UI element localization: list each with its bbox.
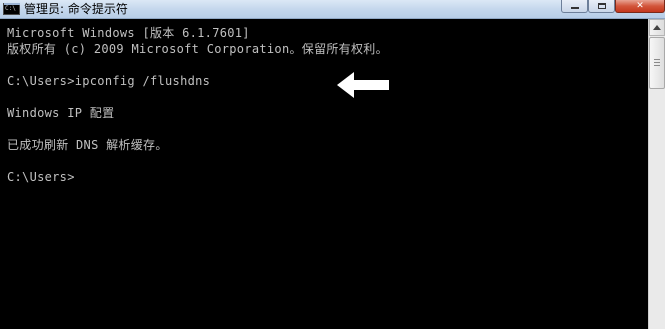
cmd-icon[interactable]: C:\ (3, 3, 20, 15)
scroll-thumb[interactable] (649, 37, 665, 89)
console-line: 已成功刷新 DNS 解析缓存。 (7, 138, 168, 152)
scroll-up-button[interactable] (649, 19, 665, 36)
window-title: 管理员: 命令提示符 (24, 2, 128, 16)
grip-line (654, 65, 660, 66)
close-button[interactable]: ✕ (615, 0, 665, 13)
title-bar[interactable]: C:\ 管理员: 命令提示符 ✕ (0, 0, 665, 19)
grip-line (654, 59, 660, 60)
console-prompt: C:\Users> (7, 170, 75, 184)
maximize-icon (597, 3, 606, 9)
console-output[interactable]: Microsoft Windows [版本 6.1.7601] 版权所有 (c)… (0, 19, 648, 329)
left-arrow-icon (337, 72, 389, 98)
grip-line (654, 62, 660, 63)
console-line: Windows IP 配置 (7, 106, 115, 120)
maximize-button[interactable] (588, 0, 615, 13)
cmd-icon-text: C:\ (5, 5, 16, 12)
console-line: 版权所有 (c) 2009 Microsoft Corporation。保留所有… (7, 42, 388, 56)
minimize-button[interactable] (561, 0, 588, 13)
close-icon: ✕ (636, 1, 644, 11)
minimize-icon (570, 7, 579, 9)
console-line: Microsoft Windows [版本 6.1.7601] (7, 26, 250, 40)
console-line-command: C:\Users>ipconfig /flushdns (7, 74, 211, 88)
arrow-up-icon (653, 25, 661, 30)
vertical-scrollbar[interactable] (648, 19, 665, 329)
